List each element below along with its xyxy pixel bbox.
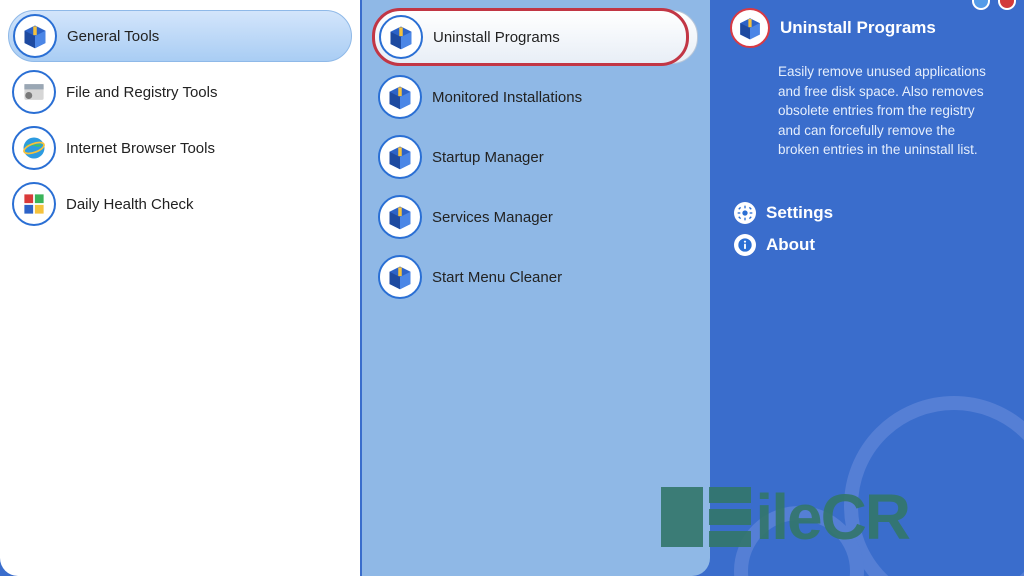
app-root: General Tools File and Registry Tools In… (0, 0, 1024, 576)
close-button[interactable] (998, 0, 1016, 10)
mid-item-label: Start Menu Cleaner (432, 269, 562, 286)
detail-description: Easily remove unused applications and fr… (730, 62, 1004, 160)
settings-label: Settings (766, 203, 833, 223)
mid-item-label: Monitored Installations (432, 89, 582, 106)
about-link[interactable]: About (734, 234, 1004, 256)
box-icon (378, 135, 422, 179)
mid-item-label: Uninstall Programs (433, 29, 560, 46)
box-icon (379, 15, 423, 59)
window-controls (972, 0, 1016, 10)
left-item-label: Daily Health Check (66, 196, 194, 213)
info-icon (734, 234, 756, 256)
detail-header: Uninstall Programs (730, 8, 1004, 48)
box-icon (13, 14, 57, 58)
box-icon (378, 75, 422, 119)
detail-title: Uninstall Programs (780, 18, 936, 38)
mid-item-label: Startup Manager (432, 149, 544, 166)
left-categories-panel: General Tools File and Registry Tools In… (0, 0, 362, 576)
blocks-icon (12, 182, 56, 226)
mid-item-startup-manager[interactable]: Startup Manager (374, 130, 698, 184)
settings-link[interactable]: Settings (734, 202, 1004, 224)
right-links: Settings About (730, 202, 1004, 256)
registry-icon (12, 70, 56, 114)
left-item-daily-health-check[interactable]: Daily Health Check (8, 178, 352, 230)
gear-decoration-icon (844, 396, 1024, 576)
mid-item-start-menu-cleaner[interactable]: Start Menu Cleaner (374, 250, 698, 304)
gear-icon (734, 202, 756, 224)
left-item-general-tools[interactable]: General Tools (8, 10, 352, 62)
mid-item-monitored-installations[interactable]: Monitored Installations (374, 70, 698, 124)
box-icon (378, 195, 422, 239)
box-icon (378, 255, 422, 299)
left-item-internet-browser-tools[interactable]: Internet Browser Tools (8, 122, 352, 174)
right-detail-panel: Uninstall Programs Easily remove unused … (710, 0, 1024, 576)
about-label: About (766, 235, 815, 255)
middle-tools-panel: Uninstall Programs Monitored Installatio… (362, 0, 710, 576)
globe-icon (12, 126, 56, 170)
mid-item-label: Services Manager (432, 209, 553, 226)
minimize-button[interactable] (972, 0, 990, 10)
left-item-file-registry-tools[interactable]: File and Registry Tools (8, 66, 352, 118)
left-item-label: Internet Browser Tools (66, 140, 215, 157)
mid-item-uninstall-programs[interactable]: Uninstall Programs (374, 10, 698, 64)
left-item-label: General Tools (67, 28, 159, 45)
left-item-label: File and Registry Tools (66, 84, 217, 101)
mid-item-services-manager[interactable]: Services Manager (374, 190, 698, 244)
box-icon (730, 8, 770, 48)
